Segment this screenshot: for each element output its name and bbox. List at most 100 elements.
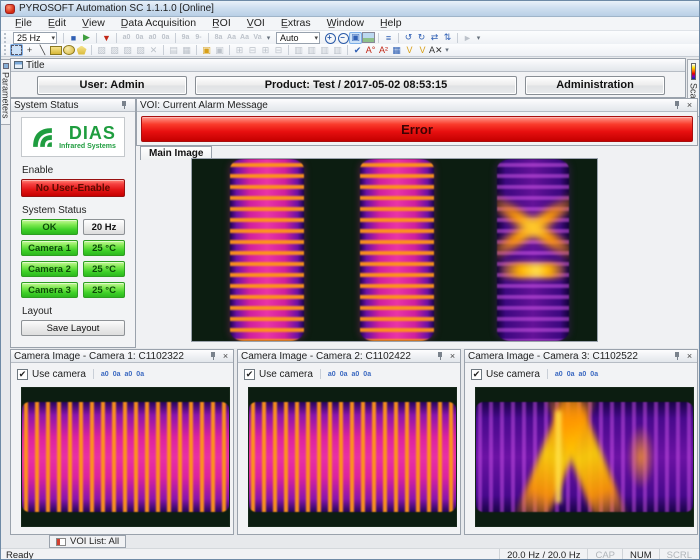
camera-panel-caption[interactable]: Camera Image - Camera 1: C1102322 × xyxy=(11,350,233,363)
zoom-out-icon[interactable]: − xyxy=(336,32,349,44)
rotate-left-icon[interactable]: ↺ xyxy=(402,32,415,44)
camera-focus-icon[interactable] xyxy=(579,371,587,378)
status-row: Camera 2 25 °C xyxy=(21,261,125,277)
title-panel-caption[interactable]: Title xyxy=(11,59,685,72)
menu-item[interactable]: D̲ata Acquisition xyxy=(113,17,204,30)
close-icon[interactable]: × xyxy=(448,352,457,361)
toolbar-overflow-icon[interactable]: ▾ xyxy=(443,44,452,56)
voi-add-icon[interactable]: ▣ xyxy=(200,44,213,56)
use-camera-checkbox[interactable] xyxy=(17,369,28,380)
title-button[interactable]: User: Admin xyxy=(37,76,187,95)
save-layout-button[interactable]: Save Layout xyxy=(21,320,125,336)
fit-to-window-icon[interactable]: ▣ xyxy=(349,32,362,44)
camera-thermal-image[interactable] xyxy=(248,387,457,527)
camera-gain-icon[interactable] xyxy=(328,371,336,378)
tab-voi-list[interactable]: VOI List: All xyxy=(49,535,126,548)
delete-roi-icon: ✕ xyxy=(147,44,160,56)
system-status-caption[interactable]: System Status xyxy=(11,99,135,112)
camera-offset-icon[interactable] xyxy=(340,371,348,378)
pin-icon[interactable] xyxy=(209,352,217,361)
menu-item[interactable]: F̲ile xyxy=(7,17,40,30)
rotate-right-icon[interactable]: ↻ xyxy=(415,32,428,44)
voi-check-icon[interactable]: ✔ xyxy=(351,44,364,56)
voi-group1-icon: ▥ xyxy=(292,44,305,56)
zoom-mode-combo[interactable]: Auto xyxy=(276,32,320,44)
app-icon xyxy=(5,4,15,14)
filter-icon[interactable]: ▼ xyxy=(100,32,113,44)
title-button[interactable]: Product: Test / 2017-05-02 08:53:15 xyxy=(195,76,517,95)
flip-vertical-icon[interactable]: ⇅ xyxy=(441,32,454,44)
flip-horizontal-icon[interactable]: ⇄ xyxy=(428,32,441,44)
alarm-reset-icon[interactable]: A✕ xyxy=(429,44,443,56)
stop-icon[interactable]: ■ xyxy=(67,32,80,44)
pin-icon[interactable] xyxy=(120,101,128,110)
toolbar-grip[interactable] xyxy=(4,33,7,43)
voi-alarm-caption[interactable]: VOI: Current Alarm Message × xyxy=(137,99,697,112)
close-icon[interactable]: × xyxy=(221,352,230,361)
camera-focus-icon[interactable] xyxy=(125,371,133,378)
voi-settings-icon[interactable]: ▦ xyxy=(390,44,403,56)
camera-panel-caption[interactable]: Camera Image - Camera 2: C1102422 × xyxy=(238,350,460,363)
status-value-button[interactable]: 25 °C xyxy=(83,240,125,256)
polygon-tool-icon[interactable] xyxy=(75,44,88,56)
ellipse-tool-icon[interactable] xyxy=(62,44,75,56)
status-value-button[interactable]: 20 Hz xyxy=(83,219,125,235)
camera-gain-icon[interactable] xyxy=(101,371,109,378)
play-icon[interactable]: ▶ xyxy=(80,32,93,44)
close-icon[interactable]: × xyxy=(685,101,694,110)
close-icon[interactable]: × xyxy=(685,352,694,361)
point-tool-icon[interactable]: + xyxy=(23,44,36,56)
titlebar[interactable]: PYROSOFT Automation SC 1.1.1.0 [Online] xyxy=(1,1,699,17)
user-enable-button[interactable]: No User-Enable xyxy=(21,179,125,197)
voi-list1-icon[interactable]: V xyxy=(403,44,416,56)
menu-item[interactable]: E̲dit xyxy=(40,17,74,30)
toolbar-overflow-icon[interactable]: ▾ xyxy=(264,32,273,44)
menu-item[interactable]: H̲elp xyxy=(372,17,410,30)
toolbar-overflow-icon[interactable]: ▾ xyxy=(474,32,483,44)
image-view-icon[interactable] xyxy=(362,32,375,44)
pin-icon[interactable] xyxy=(673,101,681,110)
menu-item[interactable]: V̲OI xyxy=(239,17,273,30)
menu-item[interactable]: V̲iew xyxy=(74,17,113,30)
camera-thermal-image[interactable] xyxy=(475,387,694,527)
use-camera-checkbox[interactable] xyxy=(471,369,482,380)
camera-gain-icon[interactable] xyxy=(555,371,563,378)
status-framerate: 20.0 Hz / 20.0 Hz xyxy=(499,549,587,560)
voi-group3-icon: ▥ xyxy=(318,44,331,56)
toolbar-grip[interactable] xyxy=(4,45,7,55)
status-button[interactable]: OK xyxy=(21,219,78,235)
main-thermal-image[interactable] xyxy=(191,158,598,342)
rectangle-tool-icon[interactable] xyxy=(49,44,62,56)
toolbar-separator xyxy=(93,369,94,379)
camera-thermal-image[interactable] xyxy=(21,387,230,527)
select-roi-icon[interactable] xyxy=(10,44,23,56)
status-button[interactable]: Camera 1 xyxy=(21,240,78,256)
menu-item[interactable]: E̲xtras xyxy=(273,17,319,30)
status-value-button[interactable]: 25 °C xyxy=(83,282,125,298)
menu-item[interactable]: R̲OI xyxy=(204,17,239,30)
camera-panel-caption[interactable]: Camera Image - Camera 3: C1102522 × xyxy=(465,350,697,363)
alarm-config2-icon[interactable]: A² xyxy=(377,44,390,56)
camera-offset-icon[interactable] xyxy=(113,371,121,378)
camera-calibrate-icon[interactable] xyxy=(136,371,144,378)
status-value-button[interactable]: 25 °C xyxy=(83,261,125,277)
line-tool-icon[interactable]: ╲ xyxy=(36,44,49,56)
zoom-in-icon[interactable]: + xyxy=(323,32,336,44)
status-button[interactable]: Camera 2 xyxy=(21,261,78,277)
frame-rate-combo[interactable]: 25 Hz xyxy=(13,32,57,44)
camera-calibrate-icon[interactable] xyxy=(363,371,371,378)
pin-icon[interactable] xyxy=(436,352,444,361)
use-camera-checkbox[interactable] xyxy=(244,369,255,380)
status-rows: OK 20 Hz Camera 1 25 °C Camera 2 25 °C C… xyxy=(11,219,135,298)
camera-panel: Camera Image - Camera 2: C1102422 × Use … xyxy=(237,349,461,535)
palette-icon[interactable]: ≡ xyxy=(382,32,395,44)
alarm-config1-icon[interactable]: A° xyxy=(364,44,377,56)
menu-item[interactable]: W̲indow xyxy=(319,17,372,30)
pin-icon[interactable] xyxy=(673,352,681,361)
voi-list2-icon[interactable]: V xyxy=(416,44,429,56)
title-button[interactable]: Administration xyxy=(525,76,665,95)
camera-calibrate-icon[interactable] xyxy=(590,371,598,378)
status-button[interactable]: Camera 3 xyxy=(21,282,78,298)
camera-focus-icon[interactable] xyxy=(352,371,360,378)
camera-offset-icon[interactable] xyxy=(567,371,575,378)
